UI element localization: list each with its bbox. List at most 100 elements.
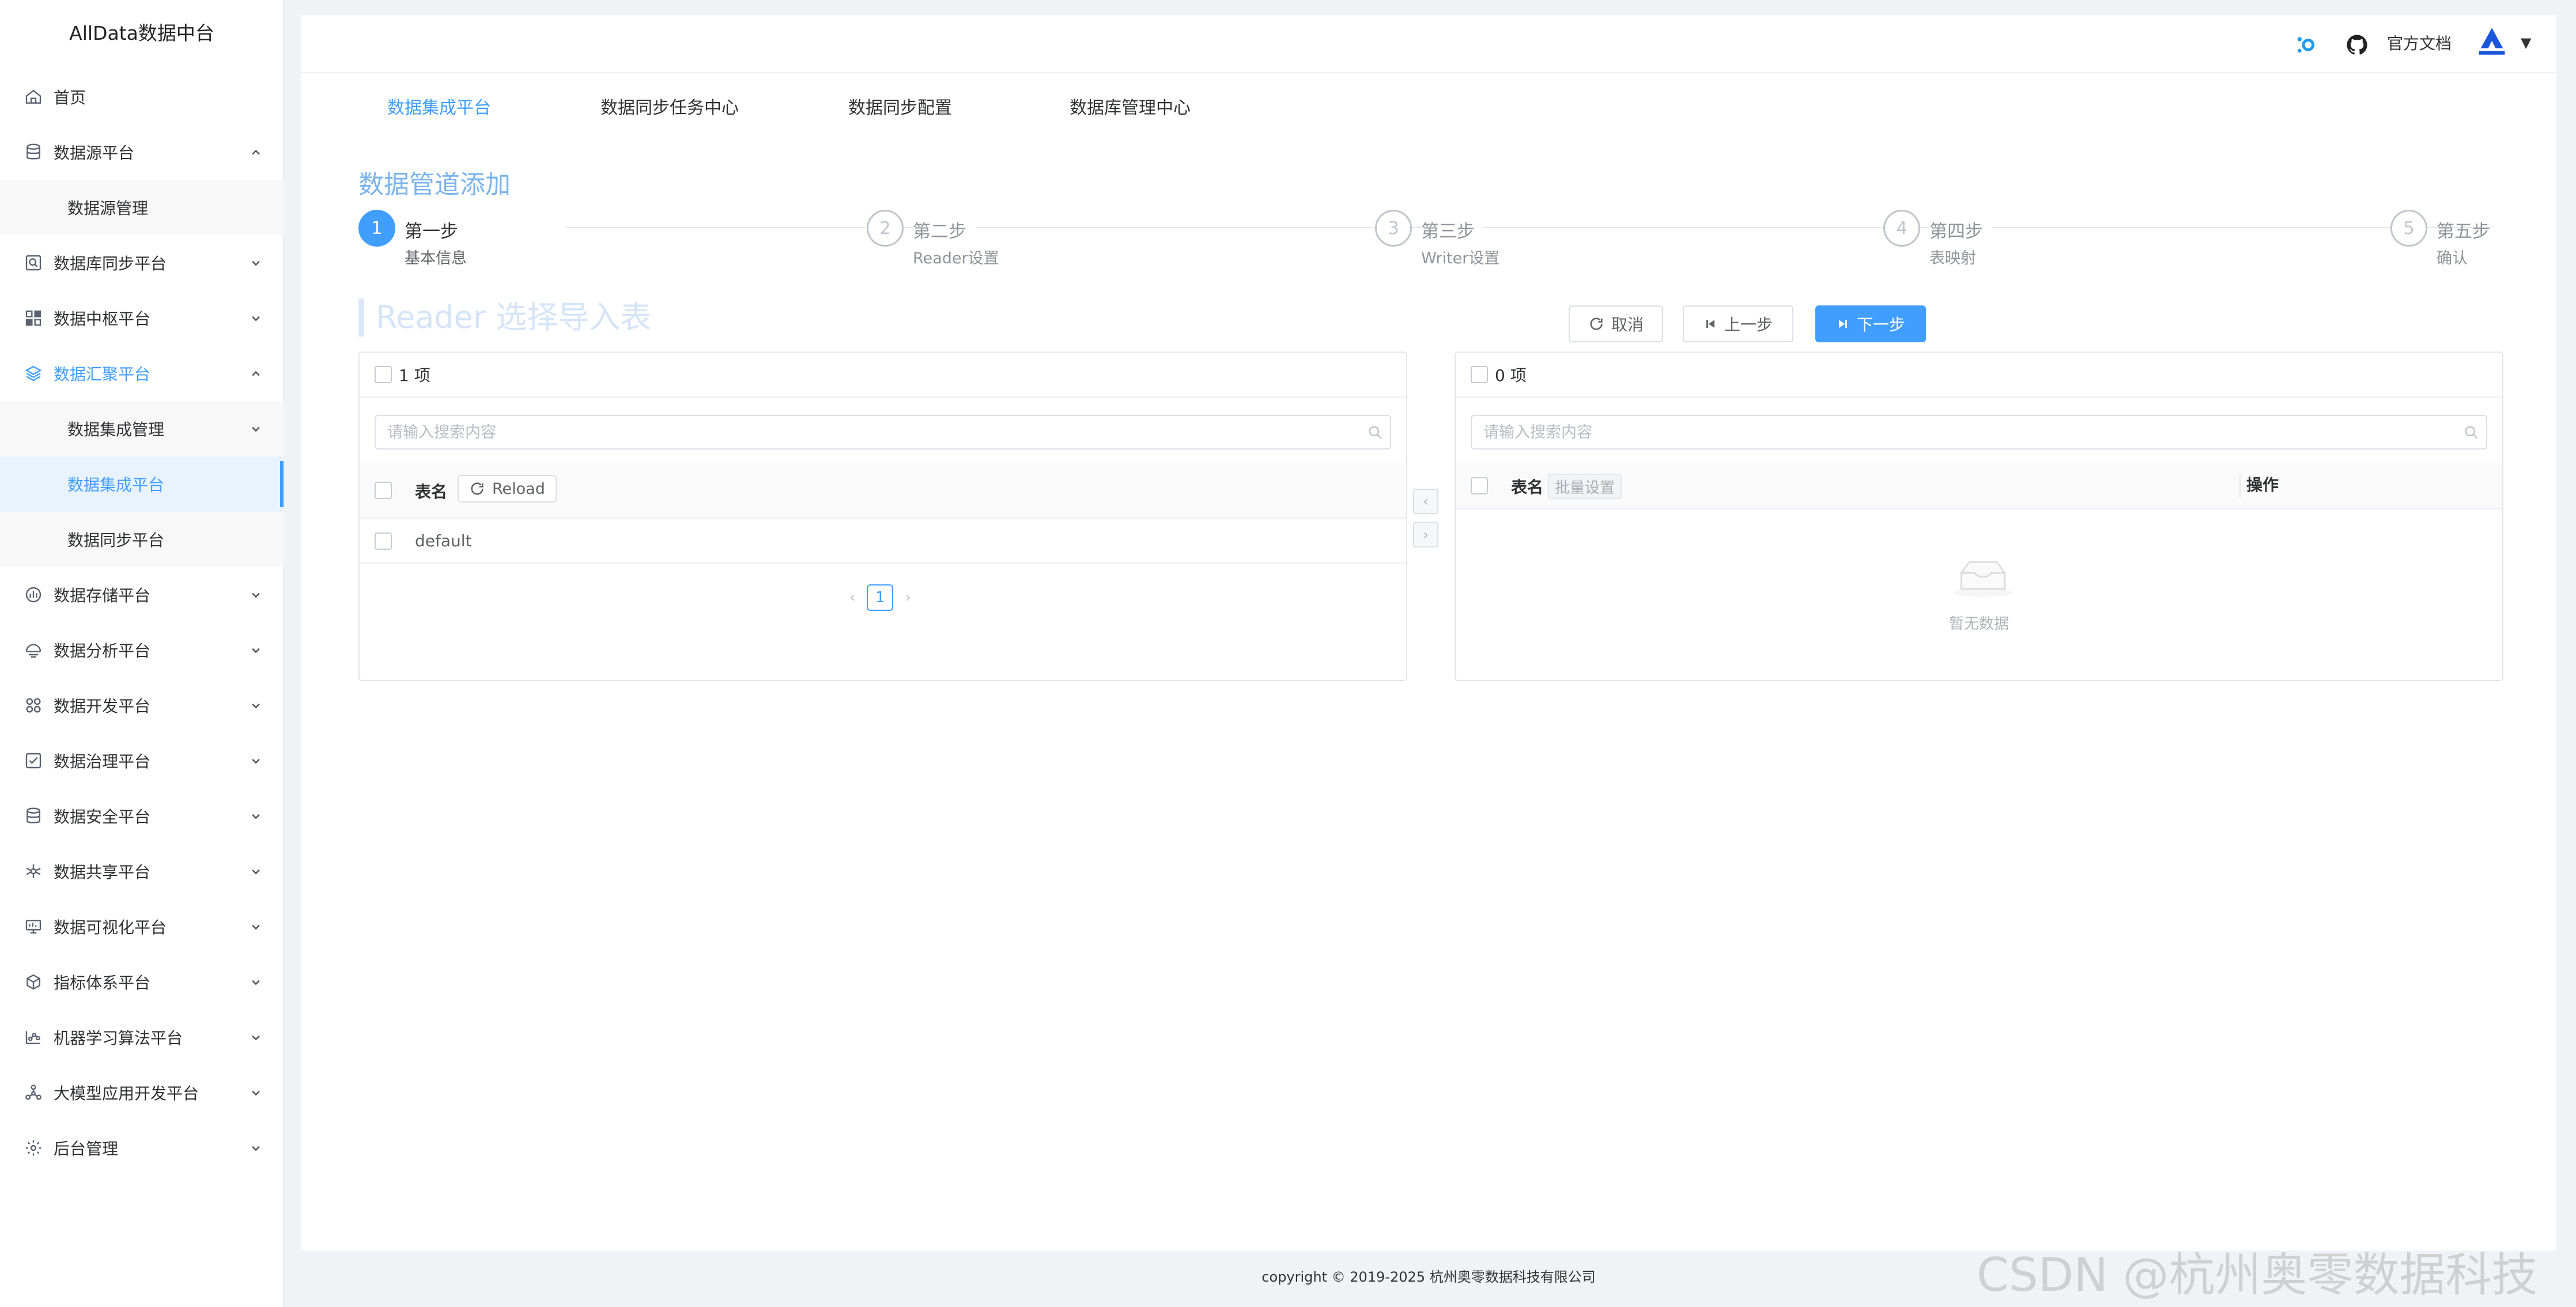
panel-header: 0 项 (1456, 353, 2502, 398)
table-header: 表名 批量设置 操作 (1456, 463, 2502, 509)
sidebar-item-aggregation-platform[interactable]: 数据汇聚平台 (0, 346, 284, 401)
batch-settings-button[interactable]: 批量设置 (1548, 474, 1622, 499)
sidebar-item-integration-platform[interactable]: 数据集成平台 (0, 456, 284, 512)
sidebar-item-label: 数据存储平台 (54, 586, 151, 605)
chevron-down-icon (252, 648, 260, 654)
search-icon (1369, 426, 1382, 439)
dropdown-caret-icon[interactable]: ▼ (2521, 35, 2531, 51)
step-number: 3 (1375, 210, 1412, 247)
sidebar-item-label: 后台管理 (54, 1139, 119, 1158)
empty-inbox-icon (1953, 561, 2013, 597)
step-title: 第二步 (913, 217, 976, 243)
column-operation: 操作 (2239, 474, 2279, 497)
step-title: 第一步 (405, 221, 458, 242)
sidebar-item-datasource-manage[interactable]: 数据源管理 (0, 180, 284, 235)
bar-chart-icon (23, 584, 44, 605)
step-title: 第四步 (1929, 217, 1992, 243)
chevron-up-icon (252, 371, 260, 376)
header-checkbox[interactable] (1471, 477, 1488, 494)
move-right-button[interactable]: › (1413, 522, 1438, 547)
ml-icon (23, 1027, 44, 1048)
next-page-icon[interactable]: › (905, 589, 911, 606)
reload-button[interactable]: Reload (458, 475, 557, 503)
prev-page-icon[interactable]: ‹ (849, 589, 855, 606)
tab-sync-config[interactable]: 数据同步配置 (848, 93, 952, 119)
table-row[interactable]: default (360, 520, 1406, 564)
step-description: Reader设置 (913, 250, 999, 267)
step-title: 第五步 (2437, 221, 2490, 242)
pagination: ‹ 1 › (849, 584, 911, 611)
select-all-checkbox[interactable] (375, 366, 392, 383)
tab-integration-platform[interactable]: 数据集成平台 (387, 93, 491, 119)
sidebar-item-db-sync-platform[interactable]: 数据库同步平台 (0, 235, 284, 290)
user-avatar-logo[interactable] (2473, 24, 2510, 61)
prev-step-label: 上一步 (1724, 315, 1773, 334)
row-checkbox[interactable] (375, 532, 392, 550)
watermark: CSDN @杭州奥零数据科技 (1977, 1248, 2538, 1302)
analysis-icon (23, 640, 44, 660)
sidebar-item-label: 数据开发平台 (54, 697, 151, 716)
table-name-cell: default (415, 531, 472, 550)
page-title: 数据管道添加 (358, 170, 511, 199)
step-description: 表映射 (1929, 250, 1976, 267)
step-title: 第三步 (1421, 217, 1484, 243)
sidebar-item-home[interactable]: 首页 (0, 69, 284, 124)
sidebar-item-storage-platform[interactable]: 数据存储平台 (0, 567, 284, 622)
app-title: AllData数据中台 (69, 22, 214, 44)
sidebar-item-label: 数据集成管理 (67, 420, 165, 439)
sidebar: AllData数据中台 首页 数据源平台 数据源管理 数据库同步平台 数据中枢平… (0, 0, 284, 1307)
sidebar-item-dev-platform[interactable]: 数据开发平台 (0, 678, 284, 733)
database-icon (23, 142, 44, 163)
sidebar-item-share-platform[interactable]: 数据共享平台 (0, 844, 284, 899)
sidebar-item-datasource-platform[interactable]: 数据源平台 (0, 124, 284, 180)
section-title: Reader 选择导入表 (376, 299, 652, 335)
grid-icon (23, 308, 44, 328)
step-description: Writer设置 (1421, 250, 1500, 267)
app-switch-icon[interactable] (2295, 33, 2318, 56)
sidebar-item-metrics-platform[interactable]: 指标体系平台 (0, 954, 284, 1010)
sidebar-item-label: 数据分析平台 (54, 641, 151, 660)
search-input[interactable] (375, 415, 1391, 449)
sidebar-item-label: 机器学习算法平台 (54, 1029, 183, 1048)
sidebar-item-governance-platform[interactable]: 数据治理平台 (0, 733, 284, 788)
sidebar-item-label: 首页 (54, 88, 86, 107)
chevron-up-icon (252, 149, 260, 155)
sidebar-item-hub-platform[interactable]: 数据中枢平台 (0, 290, 284, 346)
sidebar-item-ml-platform[interactable]: 机器学习算法平台 (0, 1010, 284, 1065)
prev-step-button[interactable]: 上一步 (1683, 305, 1793, 342)
cancel-button[interactable]: 取消 (1569, 305, 1663, 342)
search-icon (2465, 426, 2478, 439)
sidebar-item-label: 数据共享平台 (54, 863, 151, 882)
sidebar-item-analysis-platform[interactable]: 数据分析平台 (0, 622, 284, 678)
item-count: 0 项 (1495, 366, 1527, 385)
chevron-down-icon (252, 1146, 260, 1151)
page-number[interactable]: 1 (867, 584, 894, 611)
chevron-down-icon (252, 703, 260, 709)
sidebar-item-security-platform[interactable]: 数据安全平台 (0, 788, 284, 844)
search-input[interactable] (1471, 415, 2487, 449)
move-left-button[interactable]: ‹ (1413, 489, 1438, 514)
apps-icon (23, 695, 44, 716)
sidebar-item-sync-platform[interactable]: 数据同步平台 (0, 512, 284, 567)
sidebar-item-admin[interactable]: 后台管理 (0, 1120, 284, 1176)
docs-link[interactable]: 官方文档 (2387, 32, 2452, 55)
sidebar-item-integration-manage[interactable]: 数据集成管理 (0, 401, 284, 456)
header-checkbox[interactable] (375, 482, 392, 499)
sidebar-item-label: 大模型应用开发平台 (54, 1084, 199, 1103)
tab-db-manage-center[interactable]: 数据库管理中心 (1070, 93, 1191, 119)
refresh-icon (471, 482, 484, 495)
step-number: 5 (2390, 210, 2427, 247)
select-all-checkbox[interactable] (1471, 366, 1488, 383)
step-connector (566, 227, 1142, 228)
network-icon (23, 1082, 44, 1103)
sidebar-item-llm-platform[interactable]: 大模型应用开发平台 (0, 1065, 284, 1120)
search-db-icon (23, 252, 44, 273)
cube-icon (23, 972, 44, 992)
step-description: 确认 (2437, 250, 2468, 267)
monitor-icon (23, 916, 44, 937)
sidebar-item-visualization-platform[interactable]: 数据可视化平台 (0, 899, 284, 954)
next-step-button[interactable]: 下一步 (1815, 305, 1926, 342)
github-icon[interactable] (2345, 33, 2369, 56)
tab-sync-task-center[interactable]: 数据同步任务中心 (600, 93, 739, 119)
step-connector (1073, 227, 1649, 228)
